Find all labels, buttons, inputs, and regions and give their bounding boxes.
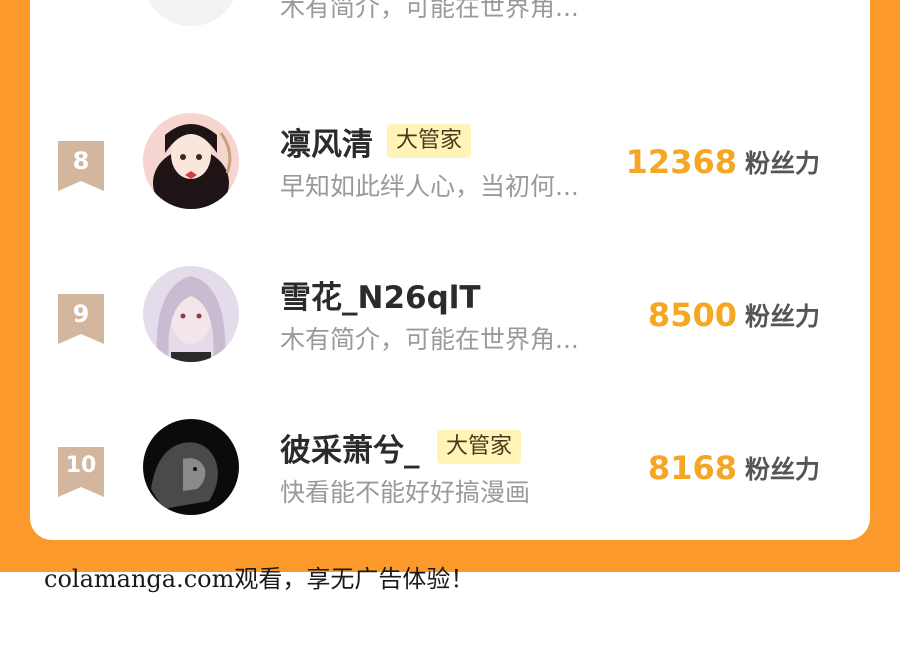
list-item[interactable]: 8 凛风清 大管家 早知如此绊人心，当初何... 12368 粉丝力 bbox=[30, 113, 870, 233]
rank-badge: 10 bbox=[58, 447, 104, 497]
avatar[interactable] bbox=[143, 0, 239, 26]
rank-number: 10 bbox=[65, 453, 97, 478]
rank-badge: 9 bbox=[58, 294, 104, 344]
fan-power: 8500 粉丝力 bbox=[648, 296, 820, 334]
fan-power-label: 粉丝力 bbox=[744, 149, 820, 178]
fan-ranking-card: 木有简介，可能在世界角... 8 凛风清 大管家 早知如此绊人心，当初何... … bbox=[30, 0, 870, 540]
fan-power: 12368 粉丝力 bbox=[626, 143, 820, 181]
user-bio: 木有简介，可能在世界角... bbox=[280, 325, 579, 354]
watermark-text: colamanga.com观看，享无广告体验！ bbox=[44, 565, 475, 593]
list-item[interactable]: 9 雪花_N26qlT 木有简介，可能在世界角... 8500 粉丝力 bbox=[30, 266, 870, 386]
user-bio: 木有简介，可能在世界角... bbox=[280, 0, 579, 22]
user-bio: 早知如此绊人心，当初何... bbox=[280, 172, 579, 201]
anime-girl-avatar-icon[interactable] bbox=[143, 113, 239, 209]
list-item[interactable]: 10 彼采萧兮_ 大管家 快看能不能好好搞漫画 8168 粉丝力 bbox=[30, 419, 870, 539]
role-tag: 大管家 bbox=[437, 430, 522, 464]
user-name[interactable]: 雪花_N26qlT bbox=[280, 272, 481, 317]
rank-badge: 8 bbox=[58, 141, 104, 191]
silver-hair-man-avatar-icon[interactable] bbox=[143, 266, 239, 362]
fan-power-value: 12368 bbox=[625, 143, 737, 181]
fan-power-value: 8168 bbox=[647, 449, 737, 487]
user-bio: 快看能不能好好搞漫画 bbox=[280, 478, 531, 507]
fan-power-value: 8500 bbox=[647, 296, 737, 334]
rank-number: 9 bbox=[72, 300, 90, 328]
lion-avatar-icon[interactable] bbox=[143, 419, 239, 515]
rank-number: 8 bbox=[72, 147, 90, 175]
user-name[interactable]: 彼采萧兮_ bbox=[280, 425, 420, 470]
fan-power-label: 粉丝力 bbox=[744, 455, 820, 484]
user-name[interactable]: 凛风清 bbox=[280, 119, 373, 164]
fan-power-label: 粉丝力 bbox=[744, 302, 820, 331]
fan-power: 8168 粉丝力 bbox=[648, 449, 820, 487]
list-item-partial[interactable]: 木有简介，可能在世界角... bbox=[30, 0, 870, 50]
role-tag: 大管家 bbox=[387, 124, 472, 158]
